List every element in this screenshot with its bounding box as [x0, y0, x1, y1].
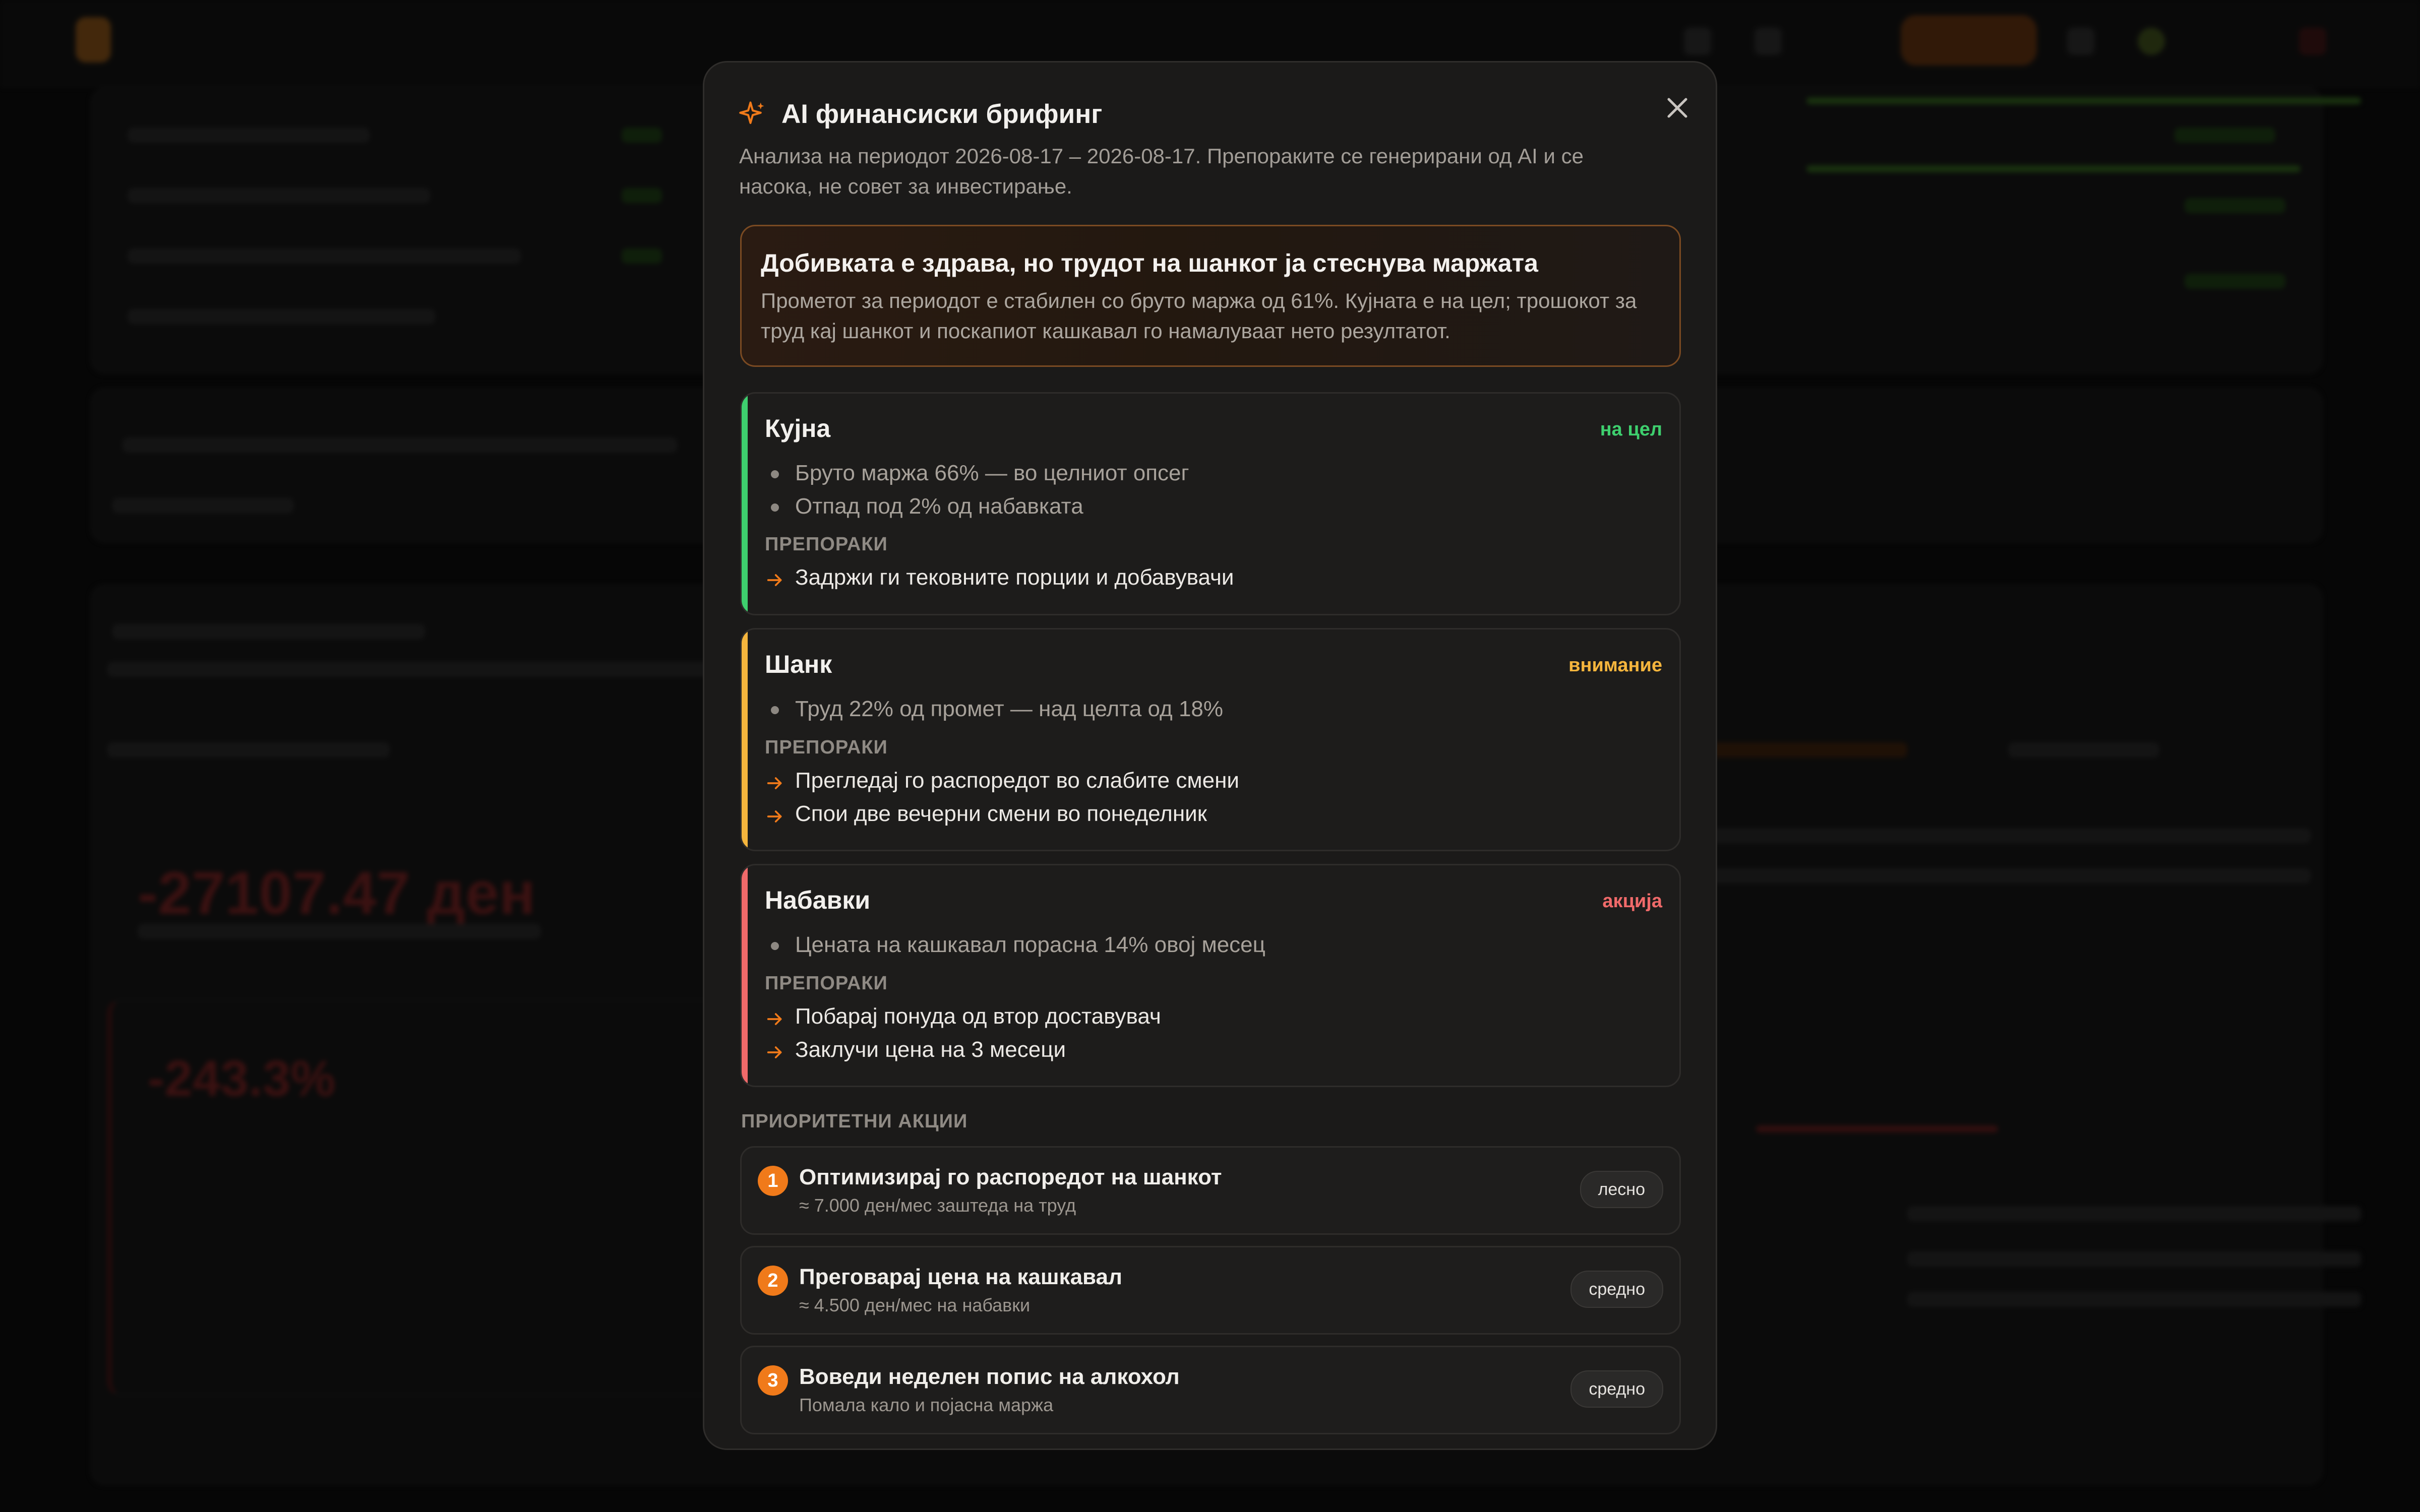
- section-accent: [742, 394, 748, 614]
- sparkle-icon: [739, 101, 764, 124]
- bullet-icon: [771, 470, 779, 478]
- section-name: Шанк: [765, 650, 832, 678]
- bullet-icon: [771, 706, 779, 714]
- action-title: Оптимизирај го распоредот на шанкот: [799, 1165, 1222, 1189]
- action-title: Воведи неделен попис на алкохол: [799, 1364, 1180, 1389]
- arrow-right-icon: [767, 777, 782, 789]
- summary-card: Добивката е здрава, но трудот на шанкот …: [740, 225, 1681, 367]
- bullet-icon: [771, 503, 779, 512]
- status-badge: внимание: [1568, 655, 1662, 676]
- status-badge: акција: [1602, 891, 1662, 912]
- section-point: Бруто маржа 66% — во целниот опсег: [795, 461, 1189, 485]
- priority-number: 3: [758, 1365, 788, 1396]
- bullet-icon: [771, 942, 779, 950]
- arrow-right-icon: [767, 1046, 782, 1058]
- priority-number: 1: [758, 1166, 788, 1196]
- recommendation-item: Заклучи цена на 3 месеци: [795, 1037, 1066, 1062]
- recommendation-item: Задржи ги тековните порции и добавувачи: [795, 565, 1234, 590]
- priority-action-item[interactable]: 2 Преговарај цена на кашкавал ≈ 4.500 де…: [740, 1246, 1681, 1335]
- recommendations-label: ПРЕПОРАКИ: [765, 737, 888, 758]
- priority-actions-label: ПРИОРИТЕТНИ АКЦИИ: [741, 1111, 968, 1132]
- summary-headline: Добивката е здрава, но трудот на шанкот …: [761, 249, 1538, 277]
- section-card-bar: Шанк внимание Труд 22% од промет — над ц…: [740, 628, 1681, 851]
- section-name: Набавки: [765, 886, 871, 914]
- ai-briefing-modal: AI финансиски брифинг Анализа на периодо…: [703, 61, 1717, 1450]
- arrow-right-icon: [767, 1013, 782, 1025]
- arrow-right-icon: [767, 574, 782, 586]
- close-icon[interactable]: [1660, 91, 1695, 125]
- section-name: Кујна: [765, 414, 831, 443]
- section-point: Цената на кашкавал порасна 14% овој месе…: [795, 932, 1265, 957]
- section-accent: [742, 865, 748, 1086]
- section-accent: [742, 629, 748, 850]
- action-title: Преговарај цена на кашкавал: [799, 1265, 1122, 1289]
- section-card-purchasing: Набавки акција Цената на кашкавал порасн…: [740, 864, 1681, 1087]
- action-subtitle: ≈ 7.000 ден/мес заштеда на труд: [799, 1195, 1076, 1216]
- effort-badge: средно: [1570, 1271, 1663, 1308]
- effort-badge: лесно: [1580, 1171, 1663, 1208]
- action-subtitle: ≈ 4.500 ден/мес на набавки: [799, 1295, 1031, 1315]
- action-subtitle: Помала кало и појасна маржа: [799, 1395, 1054, 1415]
- recommendation-item: Прегледај го распоредот во слабите смени: [795, 768, 1239, 793]
- status-badge: на цел: [1600, 419, 1662, 440]
- recommendation-item: Побарај понуда од втор доставувач: [795, 1004, 1161, 1029]
- section-point: Отпад под 2% од набавката: [795, 494, 1083, 519]
- priority-action-item[interactable]: 1 Оптимизирај го распоредот на шанкот ≈ …: [740, 1146, 1681, 1235]
- arrow-right-icon: [767, 810, 782, 823]
- section-point: Труд 22% од промет — над целта од 18%: [795, 697, 1224, 721]
- effort-badge: средно: [1570, 1370, 1663, 1408]
- modal-subtitle: Анализа на периодот 2026-08-17 – 2026-08…: [739, 144, 1584, 198]
- recommendations-label: ПРЕПОРАКИ: [765, 973, 888, 994]
- recommendations-label: ПРЕПОРАКИ: [765, 534, 888, 555]
- section-card-kitchen: Кујна на цел Бруто маржа 66% — во целнио…: [740, 392, 1681, 615]
- priority-number: 2: [758, 1266, 788, 1296]
- summary-text: Прометот за периодот е стабилен со бруто…: [761, 289, 1637, 343]
- recommendation-item: Спои две вечерни смени во понеделник: [795, 801, 1207, 826]
- modal-title: AI финансиски брифинг: [781, 99, 1103, 129]
- priority-action-item[interactable]: 3 Воведи неделен попис на алкохол Помала…: [740, 1346, 1681, 1434]
